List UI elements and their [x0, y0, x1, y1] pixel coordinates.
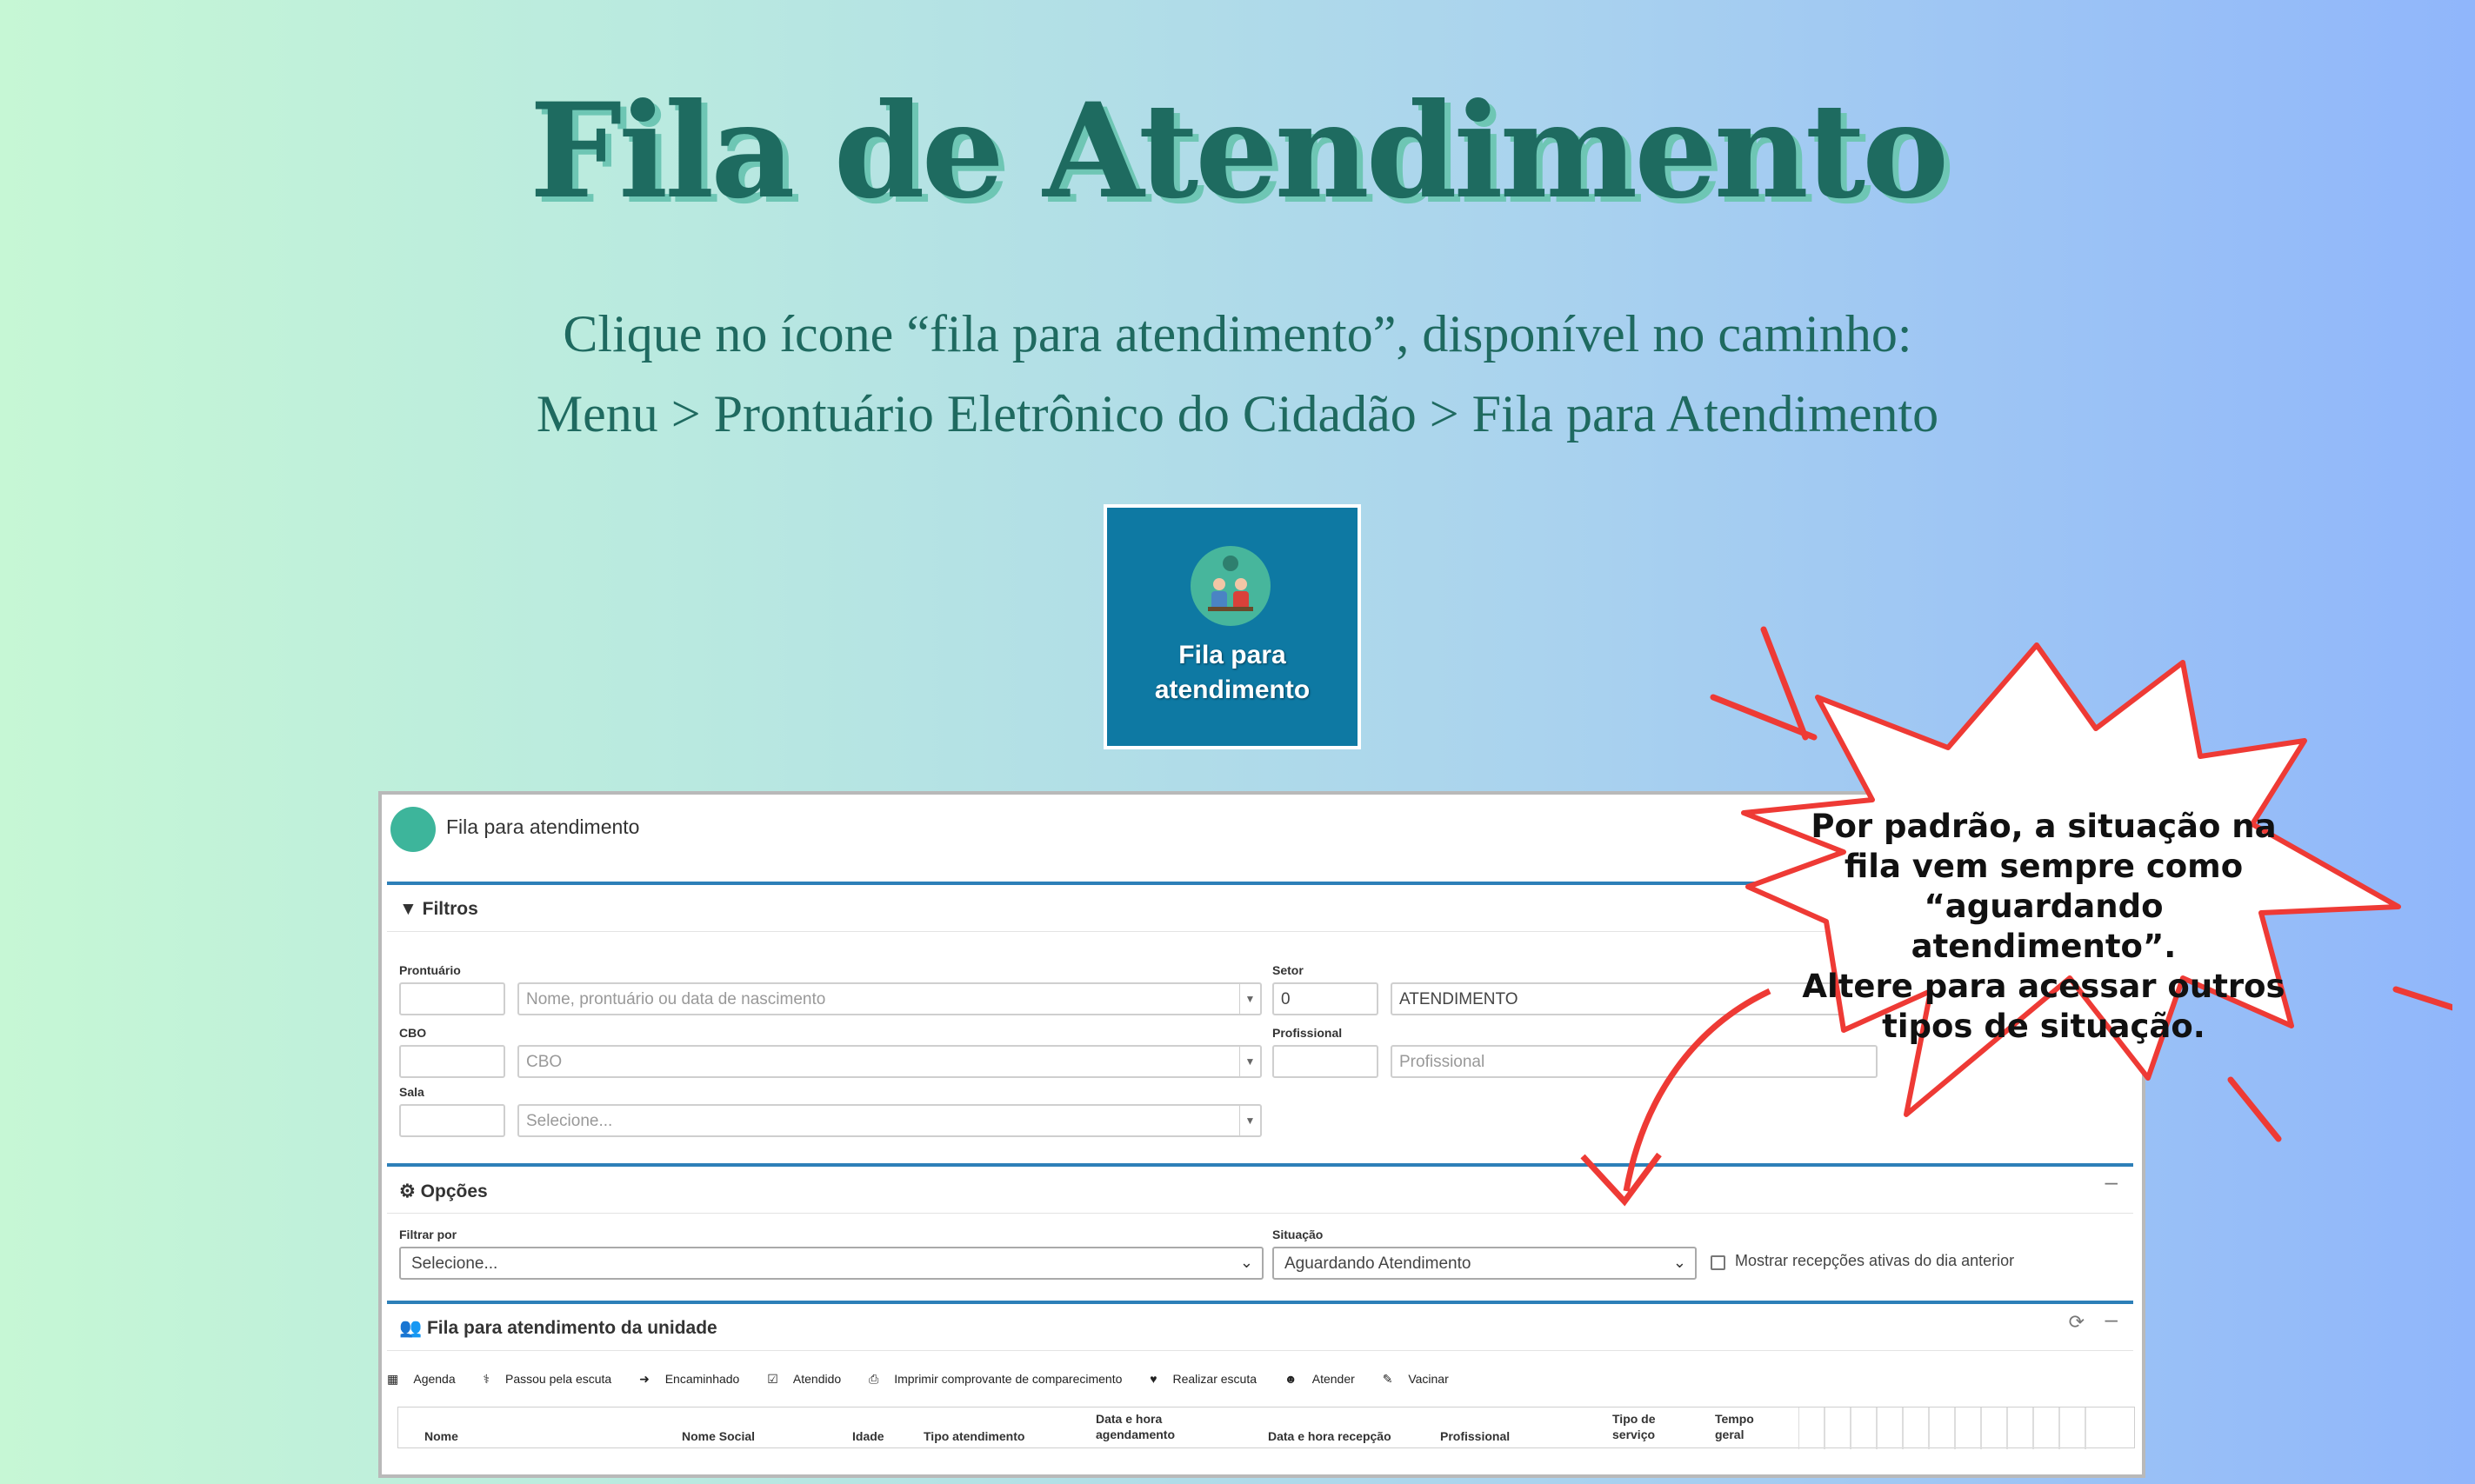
- queue-people-icon: [1191, 546, 1271, 626]
- legend-vacinar[interactable]: ✎ Vacinar: [1383, 1372, 1461, 1386]
- legend-imprimir[interactable]: ⎙ Imprimir comprovante de comparecimento: [869, 1372, 1134, 1386]
- cbo-code-input[interactable]: [399, 1045, 505, 1078]
- legend-encaminhado[interactable]: ➜ Encaminhado: [639, 1372, 751, 1386]
- callout-line: fila vem sempre como: [1844, 848, 2244, 885]
- profissional-label: Profissional: [1272, 1026, 1343, 1040]
- cbo-label: CBO: [399, 1026, 427, 1040]
- col-idade[interactable]: Idade: [852, 1428, 884, 1444]
- prontuario-label: Prontuário: [399, 963, 461, 977]
- setor-code-input[interactable]: 0: [1272, 982, 1378, 1015]
- heartbeat-icon: ♥: [1150, 1372, 1157, 1386]
- chevron-down-icon: ⌄: [1672, 1254, 1686, 1271]
- syringe-icon: ✎: [1382, 1372, 1393, 1386]
- filtrar-por-select[interactable]: Selecione... ⌄: [399, 1247, 1264, 1280]
- fila-atendimento-app-tile[interactable]: Fila para atendimento: [1104, 504, 1361, 749]
- sala-code-input[interactable]: [399, 1104, 505, 1137]
- window-title: Fila para atendimento: [446, 815, 640, 838]
- queue-heading: 👥 Fila para atendimento da unidade: [387, 1304, 2133, 1351]
- cbo-select[interactable]: CBO ▼: [517, 1045, 1262, 1078]
- sign-out-icon: ➜: [639, 1372, 650, 1386]
- chevron-down-icon: ▼: [1239, 984, 1260, 1014]
- setor-label: Setor: [1272, 963, 1304, 977]
- legend-atender[interactable]: ☻ Atender: [1284, 1372, 1367, 1386]
- situacao-label: Situação: [1272, 1228, 1324, 1241]
- filter-funnel-icon: ▼: [399, 899, 423, 919]
- window-app-icon: [390, 807, 436, 852]
- tile-label-line-1: Fila para: [1178, 641, 1286, 669]
- stethoscope-icon: ⚕: [483, 1372, 490, 1386]
- users-icon: 👥: [399, 1318, 427, 1338]
- prontuario-input[interactable]: [399, 982, 505, 1015]
- situacao-select[interactable]: Aguardando Atendimento ⌄: [1272, 1247, 1697, 1280]
- callout-line: tipos de situação.: [1882, 1008, 2205, 1045]
- legend-realizar-escuta[interactable]: ♥ Realizar escuta: [1150, 1372, 1269, 1386]
- callout-line: Altere para acessar outros: [1802, 968, 2285, 1005]
- patient-search-select[interactable]: Nome, prontuário ou data de nascimento ▼: [517, 982, 1262, 1015]
- show-previous-day-label: Mostrar recepções ativas do dia anterior: [1735, 1252, 2015, 1269]
- empty-column-grid: [1798, 1407, 2086, 1449]
- filtrar-por-label: Filtrar por: [399, 1228, 457, 1241]
- calendar-icon: ▦: [387, 1372, 399, 1386]
- sala-select[interactable]: Selecione... ▼: [517, 1104, 1262, 1137]
- collapse-icon[interactable]: –: [2105, 1306, 2118, 1333]
- gears-icon: ⚙: [399, 1181, 421, 1201]
- col-nome-social[interactable]: Nome Social: [682, 1428, 755, 1444]
- chevron-down-icon: ▼: [1239, 1047, 1260, 1076]
- legend-agenda[interactable]: ▦ Agenda: [387, 1372, 468, 1386]
- col-tipo-atendimento[interactable]: Tipo atendimento: [924, 1428, 1024, 1444]
- col-nome[interactable]: Nome: [424, 1428, 458, 1444]
- chevron-down-icon: ⌄: [1239, 1254, 1253, 1271]
- chevron-down-icon: ▼: [1239, 1106, 1260, 1135]
- print-icon: ⎙: [869, 1372, 879, 1386]
- page-title: Fila de Atendimento: [529, 75, 1949, 228]
- legend-atendido[interactable]: ☑ Atendido: [767, 1372, 853, 1386]
- col-tipo-servico[interactable]: Tipo de serviço: [1612, 1411, 1656, 1442]
- queue-legend-toolbar: ▦ Agenda ⚕ Passou pela escuta ➜ Encaminh…: [387, 1372, 1473, 1387]
- show-previous-day-checkbox[interactable]: [1711, 1255, 1725, 1270]
- user-md-icon: ☻: [1284, 1372, 1298, 1386]
- col-data-recepcao[interactable]: Data e hora recepção: [1268, 1428, 1391, 1444]
- queue-table-header: Nome Nome Social Idade Tipo atendimento …: [397, 1407, 2135, 1449]
- refresh-icon[interactable]: ⟳: [2069, 1311, 2085, 1334]
- sala-label: Sala: [399, 1085, 424, 1099]
- callout-line: Por padrão, a situação na: [1811, 808, 2277, 845]
- callout-text: Por padrão, a situação na fila vem sempr…: [1791, 807, 2296, 1047]
- col-profissional[interactable]: Profissional: [1440, 1428, 1510, 1444]
- instruction-line-1: Clique no ícone “fila para atendimento”,…: [563, 305, 1912, 363]
- instruction-path: Menu > Prontuário Eletrônico do Cidadão …: [536, 385, 1939, 443]
- col-data-agendamento[interactable]: Data e hora agendamento: [1096, 1411, 1175, 1442]
- legend-passou-escuta[interactable]: ⚕ Passou pela escuta: [484, 1372, 624, 1386]
- tile-label-line-2: atendimento: [1154, 675, 1311, 704]
- callout-line: “aguardando atendimento”.: [1911, 888, 2177, 965]
- profissional-code-input[interactable]: [1272, 1045, 1378, 1078]
- col-tempo-geral[interactable]: Tempo geral: [1715, 1411, 1754, 1442]
- check-square-icon: ☑: [767, 1372, 778, 1386]
- queue-panel: 👥 Fila para atendimento da unidade ⟳ –: [387, 1301, 2133, 1474]
